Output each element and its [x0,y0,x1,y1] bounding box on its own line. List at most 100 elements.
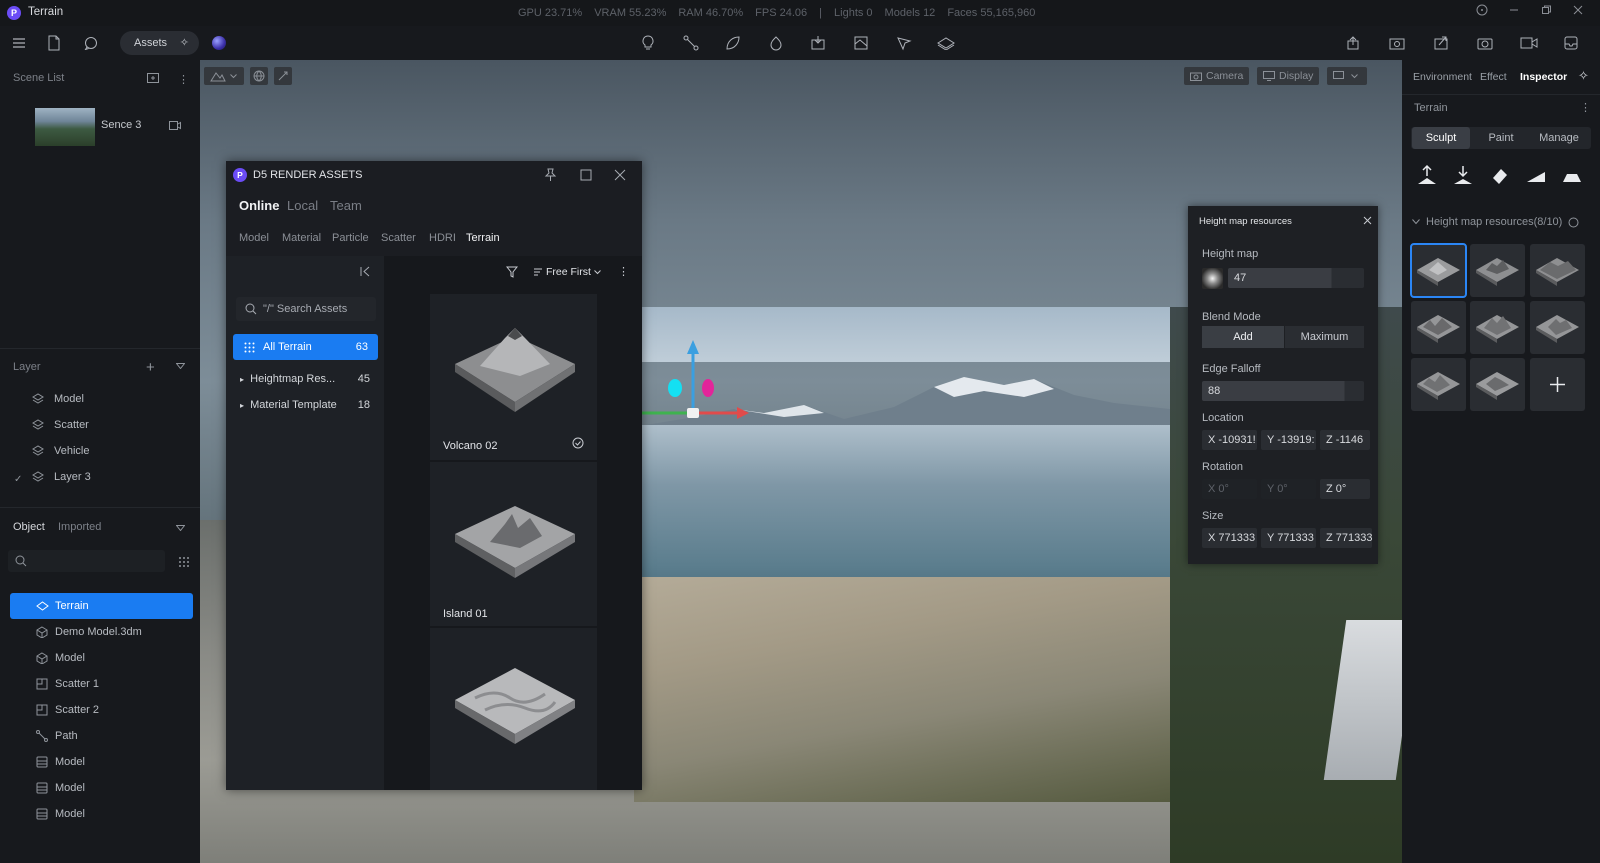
maximize-icon[interactable] [580,169,592,181]
snap-icon[interactable] [274,67,292,85]
scene-camera-icon[interactable] [169,121,181,130]
asset-card-dunes[interactable] [430,628,597,790]
tab-hdri[interactable]: HDRI [429,232,456,244]
tab-scatter[interactable]: Scatter [381,232,416,244]
tab-terrain[interactable]: Terrain [466,232,500,244]
eraser-tool-icon[interactable] [1487,162,1513,188]
heightmap-thumb-3[interactable] [1530,244,1585,297]
heightmap-thumb-4[interactable] [1411,301,1466,354]
heightmap-thumb-8[interactable] [1470,358,1525,411]
tab-model[interactable]: Model [239,232,269,244]
height-map-thumbnail[interactable] [1202,268,1223,289]
object-item-scatter-1[interactable]: Scatter 1 [36,673,99,695]
tab-sculpt[interactable]: Sculpt [1412,127,1470,149]
collapse-layer-icon[interactable] [176,363,185,369]
resources-header[interactable]: Height map resources(8/10) [1412,216,1579,228]
asset-card-island[interactable]: Island 01 [430,462,597,626]
heightmap-thumb-1[interactable] [1410,243,1467,298]
tree-item-heightmap[interactable]: ▸ Heightmap Res... 45 [240,373,370,385]
minimize-icon[interactable] [1508,4,1526,22]
transform-gizmo[interactable] [625,340,755,450]
tab-online[interactable]: Online [239,198,279,213]
more-options-icon[interactable]: ⋮ [618,265,629,278]
tab-inspector[interactable]: Inspector [1520,71,1567,83]
close-dialog-icon[interactable] [614,169,626,181]
help-icon[interactable] [1476,4,1494,22]
inbox-icon[interactable] [1560,32,1582,54]
menu-icon[interactable] [8,32,30,54]
blend-add-button[interactable]: Add [1202,326,1284,348]
path-tool-icon[interactable] [680,32,702,54]
tab-imported[interactable]: Imported [58,521,101,533]
tab-team[interactable]: Team [330,198,362,213]
layer-item-scatter[interactable]: Scatter [32,415,89,435]
display-button[interactable]: Display [1257,67,1320,85]
layer-item-vehicle[interactable]: Vehicle [32,441,89,461]
tab-environment[interactable]: Environment [1413,71,1472,83]
tab-local[interactable]: Local [287,198,318,213]
heightmap-thumb-7[interactable] [1411,358,1466,411]
lower-tool-icon[interactable] [1450,162,1476,188]
video-icon[interactable] [1518,32,1540,54]
tab-object[interactable]: Object [13,521,45,533]
object-item-demo-model[interactable]: Demo Model.3dm [36,621,142,643]
layer-item-model[interactable]: Model [32,389,84,409]
add-scene-icon[interactable] [147,73,159,83]
asset-search-input[interactable]: "/" Search Assets [236,297,376,321]
all-terrain-category[interactable]: All Terrain 63 [233,334,378,360]
scene-thumbnail[interactable] [35,108,95,146]
tab-material[interactable]: Material [282,232,321,244]
checkmark-icon[interactable]: ✓ [14,474,22,485]
object-item-model[interactable]: Model [36,777,85,799]
filter-icon[interactable] [506,266,518,278]
object-search-input[interactable] [8,550,165,572]
material-sphere-icon[interactable] [212,36,226,50]
heightmap-thumb-2[interactable] [1470,244,1525,297]
globe-icon[interactable] [250,67,268,85]
flatten-tool-icon[interactable] [1559,162,1585,188]
location-y-input[interactable]: Y -13919: [1261,430,1316,450]
size-y-input[interactable]: Y 771333 [1261,528,1316,548]
rotation-x-input[interactable]: X 0° [1202,479,1257,499]
object-item-model[interactable]: Model [36,803,85,825]
particle-icon[interactable] [765,32,787,54]
view-options-button[interactable] [1327,67,1367,85]
object-item-model[interactable]: Model [36,751,85,773]
heightmap-thumb-6[interactable] [1530,301,1585,354]
close-popup-icon[interactable] [1363,216,1372,225]
height-map-slider[interactable]: 47 [1228,268,1364,288]
smooth-tool-icon[interactable] [1523,162,1549,188]
scene-name[interactable]: Sence 3 [101,119,141,131]
restore-icon[interactable] [1540,4,1558,22]
location-x-input[interactable]: X -10931! [1202,430,1257,450]
light-icon[interactable] [637,32,659,54]
leaf-icon[interactable] [722,32,744,54]
tab-paint[interactable]: Paint [1472,127,1530,149]
object-item-path[interactable]: Path [36,725,78,747]
edge-falloff-slider[interactable]: 88 [1202,381,1364,401]
sparkle-icon[interactable]: ✧ [1578,68,1589,84]
tree-item-material-template[interactable]: ▸ Material Template 18 [240,399,370,411]
tab-particle[interactable]: Particle [332,232,369,244]
heightmap-thumb-5[interactable] [1470,301,1525,354]
object-item-scatter-2[interactable]: Scatter 2 [36,699,99,721]
pin-icon[interactable] [543,168,557,182]
blend-maximum-button[interactable]: Maximum [1285,326,1364,348]
asset-card-volcano[interactable]: Volcano 02 [430,294,597,460]
chat-icon[interactable] [80,32,102,54]
share-icon[interactable] [1430,32,1452,54]
object-item-terrain[interactable]: Terrain [36,595,89,617]
collapse-sidebar-icon[interactable] [360,266,371,277]
camera-capture-icon[interactable] [1474,32,1496,54]
terrain-icon[interactable] [935,32,957,54]
import-icon[interactable] [807,32,829,54]
object-item-model[interactable]: Model [36,647,85,669]
sort-dropdown[interactable]: Free First [533,266,601,278]
grid-view-icon[interactable] [178,556,190,568]
upload-icon[interactable] [1342,32,1364,54]
layer-item-layer-3[interactable]: Layer 3 [32,467,91,487]
location-z-input[interactable]: Z -1146 [1320,430,1370,450]
annotation-icon[interactable] [893,32,915,54]
transform-mode-button[interactable] [204,67,244,85]
file-icon[interactable] [43,32,65,54]
